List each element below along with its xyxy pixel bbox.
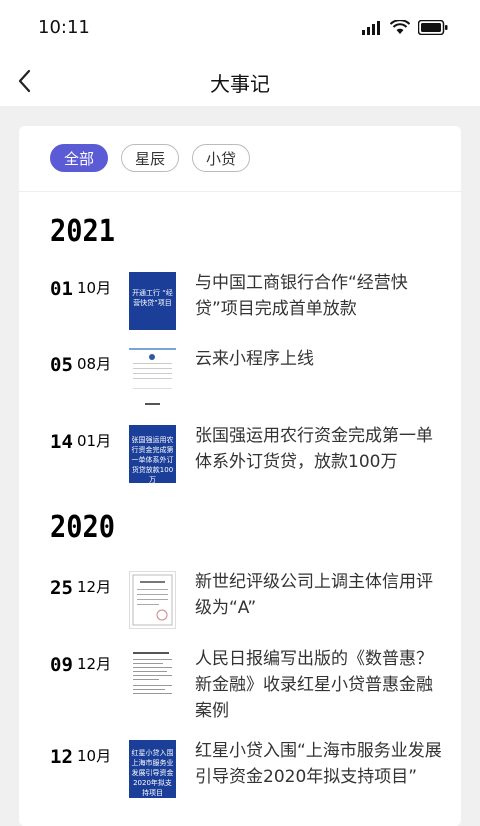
event-day: 25 xyxy=(50,577,73,599)
thumbnail-caption: 开通工行 “经营快贷”项目 xyxy=(132,289,173,307)
thumbnail-caption: 张国强运用农行资金完成第一单体系外订货贷放款100万 xyxy=(131,436,174,483)
nav-bar: 大事记 xyxy=(0,56,480,106)
app-screenshot-icon xyxy=(129,348,176,405)
signal-icon xyxy=(362,20,380,35)
event-description: 云来小程序上线 xyxy=(195,349,314,369)
filter-all[interactable]: 全部 xyxy=(50,144,109,172)
event-thumbnail xyxy=(129,348,176,406)
event-month: 10月 xyxy=(77,279,112,297)
book-page-icon xyxy=(133,652,172,694)
certificate-icon xyxy=(132,574,173,626)
filter-xiaodai[interactable]: 小贷 xyxy=(192,144,251,172)
status-time: 10:11 xyxy=(38,17,90,38)
event-thumbnail: 红星小贷入围 上海市服务业发展引导资金 2020年拟支持项目 xyxy=(129,740,176,798)
event-day: 14 xyxy=(50,431,73,453)
event-description: 新世纪评级公司上调主体信用评级为“A” xyxy=(195,572,433,618)
event-thumbnail xyxy=(129,648,176,706)
event-description: 红星小贷入围“上海市服务业发展引导资金2020年拟支持项目” xyxy=(195,741,442,787)
event-day: 05 xyxy=(50,354,73,376)
year-heading: 2020 xyxy=(50,510,116,545)
timeline-card: 全部 星辰 小贷 2021 01 10月 开通工行 “经营快贷”项目 与中国工商… xyxy=(19,126,461,826)
event-thumbnail: 张国强运用农行资金完成第一单体系外订货贷放款100万 xyxy=(129,425,176,483)
event-day: 09 xyxy=(50,654,73,676)
event-month: 01月 xyxy=(77,432,112,450)
status-bar: 10:11 xyxy=(0,0,480,56)
event-description: 与中国工商银行合作“经营快贷”项目完成首单放款 xyxy=(195,273,408,319)
thumbnail-caption: 红星小贷入围 上海市服务业发展引导资金 2020年拟支持项目 xyxy=(131,749,174,797)
event-description: 人民日报编写出版的《数普惠？新金融》收录红星小贷普惠金融案例 xyxy=(195,649,433,721)
event-month: 10月 xyxy=(77,747,112,765)
filter-tabs: 全部 星辰 小贷 xyxy=(50,144,251,172)
divider xyxy=(19,191,461,192)
event-day: 01 xyxy=(50,278,73,300)
page-title: 大事记 xyxy=(210,72,270,96)
event-thumbnail xyxy=(129,571,176,629)
filter-xingchen[interactable]: 星辰 xyxy=(121,144,180,172)
year-heading: 2021 xyxy=(50,214,116,249)
event-description: 张国强运用农行资金完成第一单体系外订货贷，放款100万 xyxy=(195,426,433,472)
battery-icon xyxy=(418,20,448,35)
event-thumbnail: 开通工行 “经营快贷”项目 xyxy=(129,272,176,330)
event-day: 12 xyxy=(50,746,73,768)
event-month: 08月 xyxy=(77,355,112,373)
status-icons xyxy=(362,20,448,35)
wifi-icon xyxy=(390,20,410,34)
event-month: 12月 xyxy=(77,655,112,673)
event-month: 12月 xyxy=(77,578,112,596)
